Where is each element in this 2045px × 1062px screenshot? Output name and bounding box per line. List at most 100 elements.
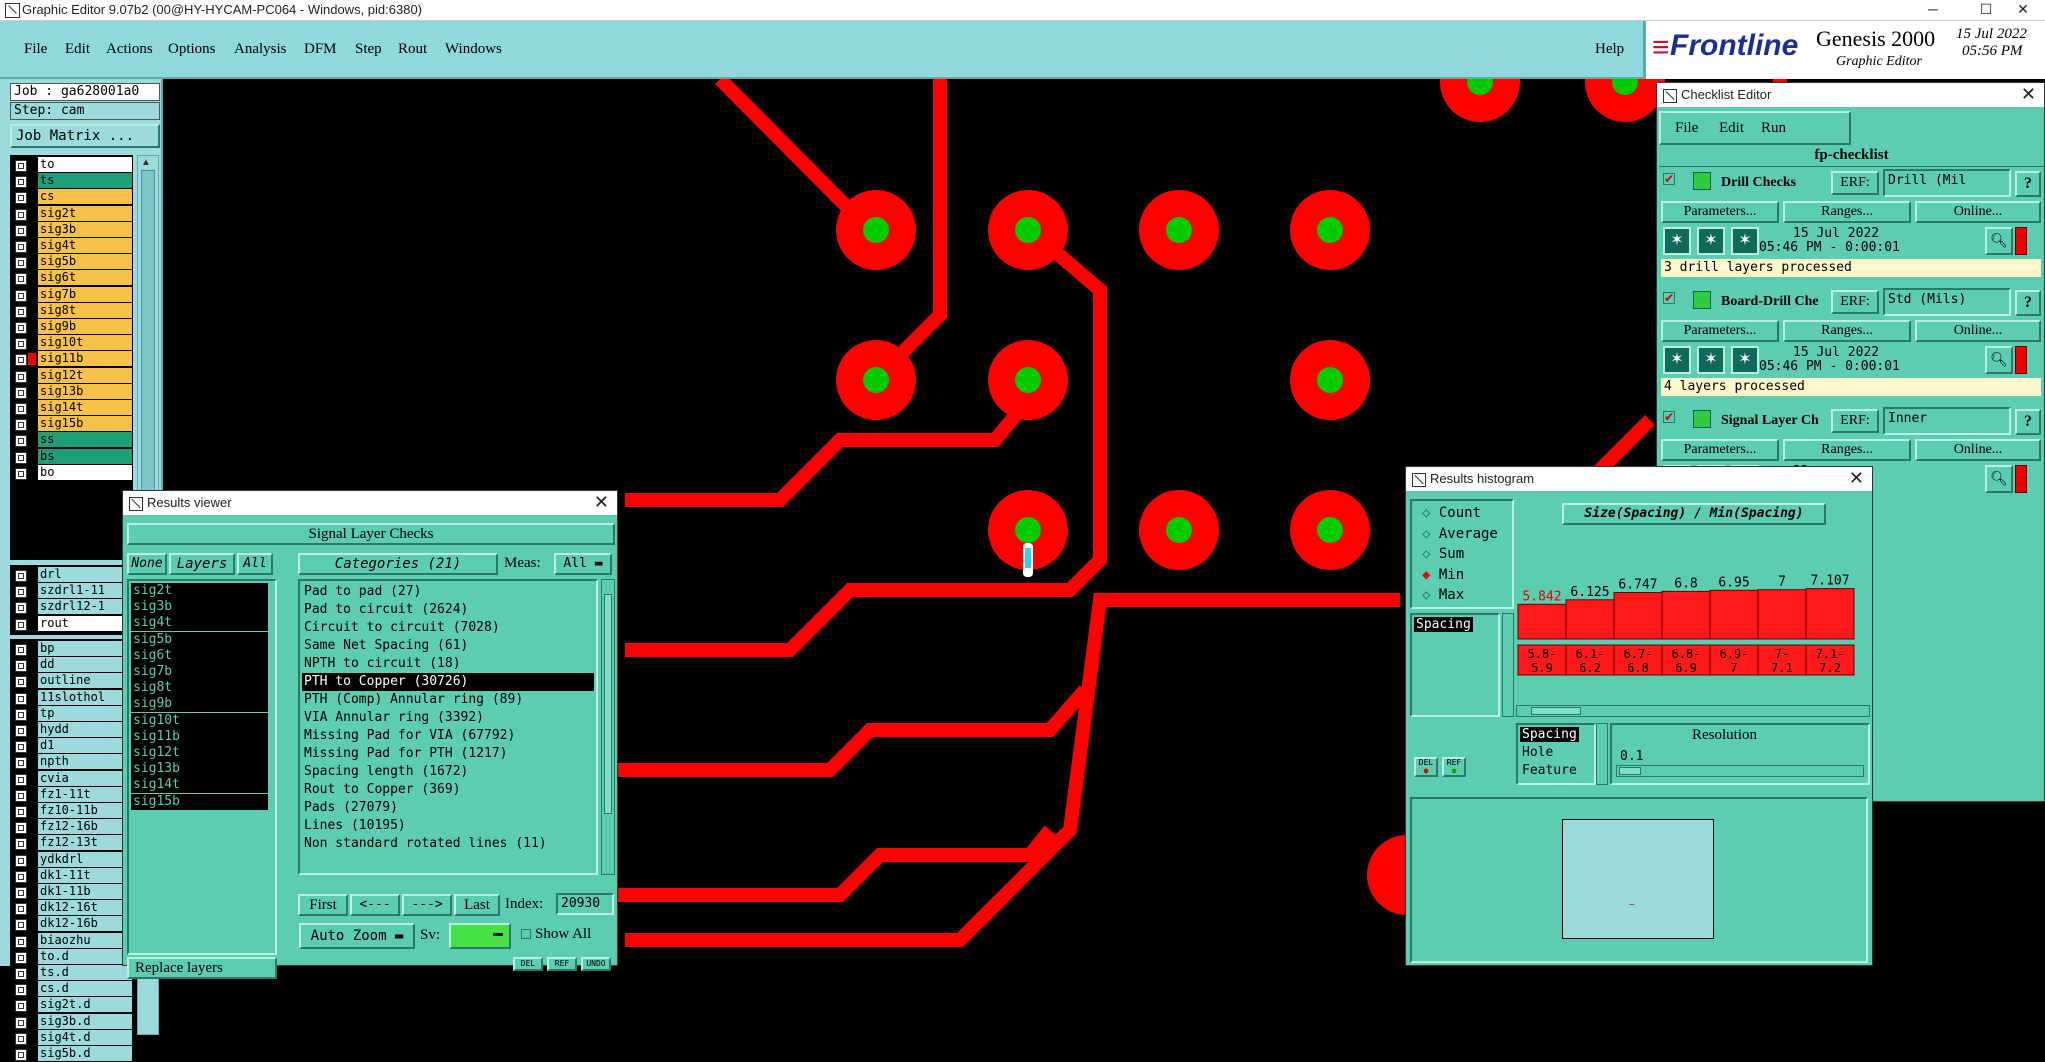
checklist-menu-run[interactable]: Run [1761,120,1786,137]
ranges-button[interactable]: Ranges... [1783,439,1911,461]
result-layer-item[interactable]: sig13b [131,761,268,778]
result-layer-item[interactable]: sig6t [131,647,268,664]
preview-thumbnail[interactable]: ~ [1562,819,1714,939]
layer-name[interactable]: 11slothol [38,689,132,705]
layer-row-sig15b[interactable]: sig15b [14,416,132,432]
resolution-slider-thumb[interactable] [1619,767,1641,775]
ranges-button[interactable]: Ranges... [1783,320,1911,342]
layer-row-sig3b-d[interactable]: sig3b.d [14,1013,132,1030]
layer-checkbox[interactable] [15,273,27,286]
layer-checkbox[interactable] [15,1016,27,1029]
erf-value[interactable]: Std (Mils) [1883,288,2011,316]
layer-checkbox[interactable] [15,660,27,673]
layer-name[interactable]: fz10-11b [38,803,132,818]
layer-checkbox[interactable] [15,725,27,737]
online-button[interactable]: Online... [1915,439,2041,461]
layer-checkbox[interactable] [15,160,27,172]
layer-row-dd[interactable]: dd [14,657,132,673]
layer-checkbox[interactable] [15,241,27,253]
layer-name[interactable]: fz12-16b [38,819,132,835]
online-button[interactable]: Online... [1915,201,2041,223]
layer-name[interactable]: ydkdrl [38,851,132,867]
menu-edit[interactable]: Edit [65,41,90,58]
layer-checkbox[interactable] [15,708,27,721]
layer-name[interactable]: sig14t [38,400,132,415]
layer-name[interactable]: sig5b.d [38,1046,132,1061]
result-layer-item[interactable]: sig9b [131,696,268,713]
stat-option-min[interactable]: ◆ Min [1422,567,1464,583]
layer-checkbox[interactable] [15,854,27,867]
layer-name[interactable]: sig9b [38,319,132,334]
close-icon[interactable]: ✕ [594,492,609,513]
check-enable-checkbox[interactable]: ✔ [1663,292,1675,304]
layer-row-sig10t[interactable]: sig10t [14,335,132,351]
layer-name[interactable]: d1 [38,738,132,754]
layer-checkbox[interactable] [15,644,27,656]
category-item[interactable]: PTH to Copper (30726) [302,673,594,691]
layer-name[interactable]: sig4t [38,238,132,253]
layer-row-dk1-11t[interactable]: dk1-11t [14,867,132,884]
layer-checkbox[interactable] [15,1049,27,1061]
layer-checkbox[interactable] [15,386,27,399]
all-button[interactable]: All [237,553,273,575]
layer-row-sig4t-d[interactable]: sig4t.d [14,1029,132,1046]
layer-row-dk12-16b[interactable]: dk12-16b [14,916,132,932]
layer-checkbox[interactable] [15,586,27,599]
zoom-results-icon[interactable]: 🔍︎ [1985,465,2013,493]
layer-row-drl[interactable]: drl [14,567,132,583]
layer-name[interactable]: sig11b [38,351,132,367]
layer-checkbox[interactable] [15,602,27,615]
layer-name[interactable]: sig3b.d [38,1013,132,1029]
menu-options[interactable]: Options [168,41,216,58]
layer-name[interactable]: to.d [38,948,132,964]
menu-file[interactable]: File [24,41,47,58]
checklist-menu-file[interactable]: File [1675,120,1698,137]
online-button[interactable]: Online... [1915,320,2041,342]
histogram-scroll-thumb[interactable] [1531,707,1581,715]
layer-checkbox[interactable] [15,887,27,899]
histogram-bar[interactable] [1517,603,1567,640]
layer-checkbox[interactable] [15,570,27,582]
layer-name[interactable]: cs.d [38,981,132,997]
erf-value[interactable]: Inner [1883,407,2011,435]
layer-name[interactable]: ts.d [38,965,132,980]
result-layer-item[interactable]: sig5b [131,631,268,648]
result-layer-item[interactable]: sig8t [131,680,268,697]
layer-name[interactable]: outline [38,673,132,689]
layer-name[interactable]: sig2t [38,205,132,221]
layer-name[interactable]: fz1-11t [38,786,132,802]
layer-name[interactable]: rout [38,615,132,631]
layer-row-bp[interactable]: bp [14,641,132,657]
layer-name[interactable]: sig7b [38,286,132,302]
stat-option-max[interactable]: ◇ Max [1422,587,1464,603]
layer-checkbox[interactable] [15,773,27,786]
category-item[interactable]: Missing Pad for VIA (67792) [304,727,515,745]
resolution-slider[interactable] [1616,765,1864,777]
check-enable-checkbox[interactable]: ✔ [1663,173,1675,185]
layer-checkbox[interactable] [15,451,27,464]
layer-row-sig11b[interactable]: sig11b [14,351,132,367]
layer-checkbox[interactable] [15,419,27,432]
result-layer-item[interactable]: sig14t [131,777,268,794]
run-all-icon[interactable]: ✶ [1697,227,1725,255]
category-item[interactable]: Pads (27079) [304,799,398,817]
layer-name[interactable]: bp [38,641,132,656]
layer-row-szdrl1-11[interactable]: szdrl1-11 [14,583,132,599]
layer-row-sig4t[interactable]: sig4t [14,238,132,254]
layer-name[interactable]: sig12t [38,367,132,383]
result-layer-item[interactable]: sig2t [131,583,268,599]
replace-layers-dropdown[interactable]: Replace layers [127,957,277,979]
category-item[interactable]: Same Net Spacing (61) [304,637,468,655]
layer-row-ss[interactable]: ss [14,432,132,448]
category-item[interactable]: Pad to circuit (2624) [304,601,468,619]
index-field[interactable]: 20930 [556,893,614,915]
layer-row-cs[interactable]: cs [14,189,132,205]
layer-row-sig12t[interactable]: sig12t [14,367,132,384]
menu-rout[interactable]: Rout [398,41,427,58]
first-button[interactable]: First [298,894,348,916]
layer-row-dk12-16t[interactable]: dk12-16t [14,900,132,916]
menu-analysis[interactable]: Analysis [234,41,287,58]
layer-name[interactable]: szdrl12-1 [38,599,132,615]
result-layer-item[interactable]: sig15b [131,793,268,810]
layer-row-d1[interactable]: d1 [14,738,132,754]
